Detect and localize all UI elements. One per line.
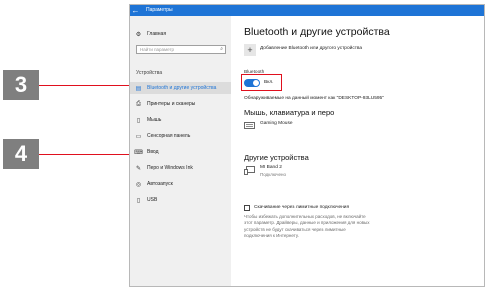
autoplay-icon: ◎ bbox=[135, 181, 142, 188]
section-input-devices: Мышь, клавиатура и перо bbox=[244, 108, 335, 117]
metered-label[interactable]: Скачивание через лимитные подключения bbox=[254, 205, 349, 210]
section-other-devices: Другие устройства bbox=[244, 153, 309, 162]
callout-4: 4 bbox=[3, 139, 39, 169]
bluetooth-icon: ▤ bbox=[135, 85, 142, 92]
keyboard-icon: ⌨ bbox=[134, 149, 143, 156]
sidebar-item-label: Сенсорная панель bbox=[147, 133, 191, 139]
toggle-knob bbox=[253, 80, 259, 86]
device-status: Подключено bbox=[260, 172, 287, 177]
sidebar-item-label: Главная bbox=[147, 31, 167, 37]
sidebar-item-home[interactable]: ⚙ Главная bbox=[130, 28, 231, 40]
metered-description: Чтобы избежать дополнительных расходов, … bbox=[244, 214, 370, 239]
toggle-state-label: Вкл. bbox=[264, 80, 274, 85]
sidebar-item-autoplay[interactable]: ◎ Автозапуск bbox=[130, 178, 231, 190]
sidebar-item-usb[interactable]: ▯ USB bbox=[130, 194, 231, 206]
page-title: Bluetooth и другие устройства bbox=[244, 26, 390, 38]
printer-icon: ⎙ bbox=[136, 100, 141, 107]
device-icon bbox=[244, 166, 255, 175]
sidebar-item-label: Принтеры и сканеры bbox=[147, 101, 196, 107]
sidebar-item-mouse[interactable]: ▯ Мышь bbox=[130, 114, 231, 126]
bluetooth-toggle[interactable] bbox=[244, 79, 260, 87]
main-panel: Bluetooth и другие устройства + Добавлен… bbox=[241, 16, 484, 286]
discoverable-text: Обнаруживаемые на данный момент как "DES… bbox=[244, 96, 384, 101]
sidebar-item-label: Bluetooth и другие устройства bbox=[147, 85, 217, 91]
sidebar: ⚙ Главная Найти параметр ⌕ Устройства ▤ … bbox=[130, 16, 231, 286]
sidebar-item-label: Перо и Windows Ink bbox=[147, 165, 193, 171]
window-title: Параметры bbox=[146, 7, 173, 13]
pen-icon: ✎ bbox=[135, 165, 142, 172]
sidebar-item-label: USB bbox=[147, 197, 158, 203]
sidebar-item-typing[interactable]: ⌨ Ввод bbox=[130, 146, 231, 158]
callout-3-line bbox=[39, 85, 132, 86]
sidebar-item-label: Ввод bbox=[147, 149, 159, 155]
usb-icon: ▯ bbox=[136, 197, 141, 204]
sidebar-item-printers[interactable]: ⎙ Принтеры и сканеры bbox=[130, 98, 231, 110]
home-icon: ⚙ bbox=[135, 31, 142, 38]
search-placeholder: Найти параметр bbox=[140, 47, 175, 52]
search-icon: ⌕ bbox=[220, 46, 223, 52]
search-input[interactable]: Найти параметр ⌕ bbox=[136, 45, 226, 54]
sidebar-item-bluetooth[interactable]: ▤ Bluetooth и другие устройства bbox=[130, 82, 231, 94]
device-mi-band[interactable]: MI Band 2 bbox=[260, 165, 282, 170]
sidebar-item-label: Мышь bbox=[147, 117, 162, 123]
title-bar: ← Параметры bbox=[130, 5, 484, 16]
add-device-button[interactable]: + bbox=[244, 44, 256, 56]
sidebar-item-pen[interactable]: ✎ Перо и Windows Ink bbox=[130, 162, 231, 174]
keyboard-icon bbox=[244, 122, 255, 129]
back-button[interactable]: ← bbox=[130, 5, 141, 16]
touchpad-icon: ▭ bbox=[135, 133, 142, 140]
device-gaming-mouse[interactable]: Gaming Mouse bbox=[260, 121, 293, 126]
section-label: Устройства bbox=[136, 70, 163, 76]
metered-checkbox[interactable] bbox=[244, 205, 250, 211]
add-device-label[interactable]: Добавление Bluetooth или другого устройс… bbox=[260, 46, 362, 51]
settings-window: ← Параметры ⚙ Главная Найти параметр ⌕ У… bbox=[129, 4, 485, 287]
sidebar-item-label: Автозапуск bbox=[147, 181, 173, 187]
mouse-icon: ▯ bbox=[136, 117, 141, 124]
callout-3: 3 bbox=[3, 70, 39, 100]
sidebar-item-touchpad[interactable]: ▭ Сенсорная панель bbox=[130, 130, 231, 142]
